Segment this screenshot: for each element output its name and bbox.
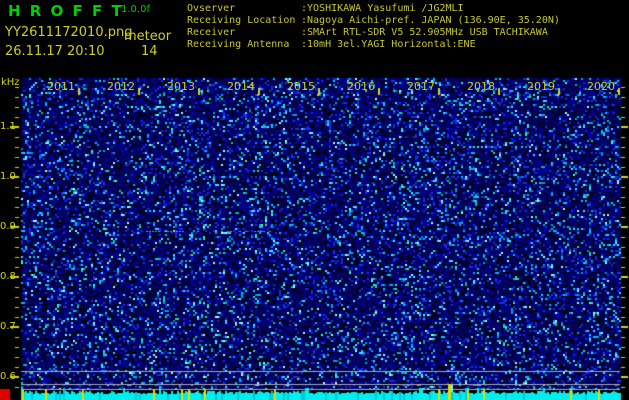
- info-row-value: :10mH 3el.YAGI Horizontal:ENE: [301, 39, 476, 50]
- hrofft-screen: H R O F F T 1.0.0f YY2611172010.png mete…: [0, 0, 629, 400]
- y-axis-label: 1.1: [0, 121, 16, 132]
- y-axis-label: 1.0: [0, 171, 16, 182]
- output-filename: YY2611172010.png: [5, 25, 133, 40]
- x-axis-time-label: 2016: [347, 80, 375, 93]
- y-axis-label: 0.8: [0, 271, 16, 282]
- y-axis-label: 0.9: [0, 221, 16, 232]
- x-axis-time-label: 2011: [47, 80, 75, 93]
- y-axis-label: 0.6: [0, 371, 16, 382]
- mode-label: meteor: [124, 29, 172, 44]
- info-row-label: Receiving Antenna: [187, 39, 290, 50]
- x-axis-time-label: 2013: [167, 80, 195, 93]
- x-axis-time-label: 2019: [527, 80, 555, 93]
- info-row-label: Receiver: [187, 27, 236, 38]
- x-axis-time-label: 2015: [287, 80, 315, 93]
- x-axis-time-label: 2020: [587, 80, 615, 93]
- station-info-block: Ovserver :YOSHIKAWA Yasufumi /JG2MLI Recei…: [187, 4, 560, 52]
- x-axis-time-label: 2014: [227, 80, 255, 93]
- info-row-value: :SMArt RTL-SDR V5 52.905MHz USB TACHIKAW…: [301, 27, 548, 38]
- observation-datetime: 26.11.17 20:10: [5, 44, 105, 59]
- meteor-count: 14: [141, 44, 158, 59]
- info-row-value: :Nagoya Aichi-pref. JAPAN (136.90E, 35.2…: [301, 15, 560, 26]
- x-axis-time-label: 2018: [467, 80, 495, 93]
- info-row-label: Receiving Location: [187, 15, 296, 26]
- x-axis-time-label: 2017: [407, 80, 435, 93]
- app-version: 1.0.0f: [121, 4, 150, 15]
- info-row: Receiving Antenna :10mH 3el.YAGI Horizont…: [187, 40, 560, 52]
- spectrogram-canvas: [0, 0, 629, 400]
- y-axis-label: 0.7: [0, 321, 16, 332]
- app-title: H R O F F T: [8, 2, 124, 20]
- info-row-value: :YOSHIKAWA Yasufumi /JG2MLI: [301, 3, 464, 14]
- info-row-label: Ovserver: [187, 3, 236, 14]
- y-axis-unit-label: kHz: [1, 77, 20, 88]
- x-axis-time-label: 2012: [107, 80, 135, 93]
